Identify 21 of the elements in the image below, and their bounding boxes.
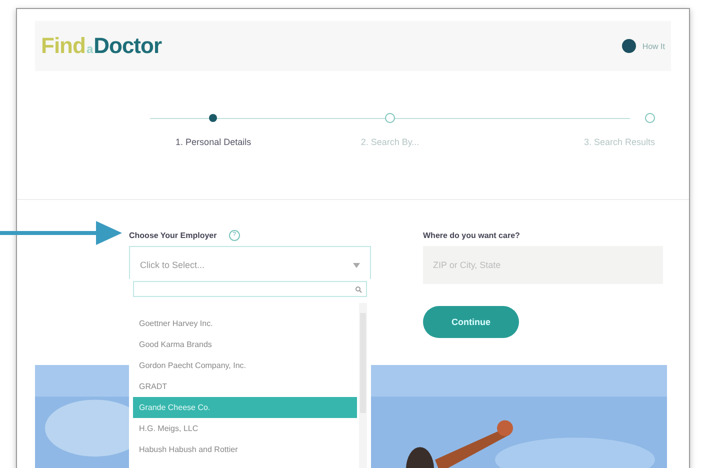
search-field[interactable] bbox=[133, 281, 367, 297]
field-label: Choose Your Employer bbox=[129, 230, 217, 240]
arrow-icon bbox=[0, 218, 124, 248]
continue-button[interactable]: Continue bbox=[423, 306, 519, 338]
step-label: 2. Search By... bbox=[360, 137, 420, 147]
step-label: 1. Personal Details bbox=[176, 137, 252, 147]
field-label: Where do you want care? bbox=[423, 230, 520, 240]
header-link[interactable]: How It bbox=[622, 39, 665, 53]
step-label: 3. Search Results bbox=[584, 137, 655, 147]
logo[interactable]: FindaDoctor bbox=[41, 33, 162, 59]
dropdown-option[interactable]: H.G. Meigs, LLC bbox=[133, 418, 357, 439]
location-field[interactable]: ZIP or City, State bbox=[423, 246, 663, 284]
dropdown-option[interactable]: Goettner Harvey Inc. bbox=[133, 313, 357, 334]
search-icon bbox=[355, 286, 362, 292]
caret-icon bbox=[353, 262, 360, 268]
dropdown-option[interactable]: Grande Cheese Co. bbox=[133, 397, 357, 418]
scrollbar[interactable] bbox=[359, 303, 367, 468]
dropdown-option[interactable]: Habush Habush and Rottier bbox=[133, 439, 357, 460]
dropdown-option[interactable]: Gordon Paecht Company, Inc. bbox=[133, 355, 357, 376]
dropdown-option[interactable]: Good Karma Brands bbox=[133, 334, 357, 355]
user-icon bbox=[622, 39, 636, 53]
